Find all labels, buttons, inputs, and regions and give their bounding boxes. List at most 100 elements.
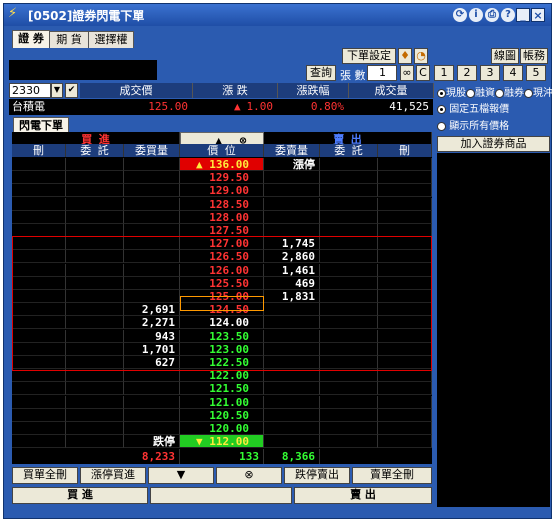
ask-volume-cell[interactable] <box>264 382 320 396</box>
mode-daytrade-radio[interactable] <box>524 88 533 98</box>
order-buy-cell[interactable] <box>66 408 124 422</box>
del-buy-cell[interactable] <box>12 158 66 171</box>
bid-volume-cell[interactable] <box>124 395 180 409</box>
bid-volume-cell[interactable] <box>124 408 180 422</box>
order-buy-cell[interactable] <box>66 210 124 224</box>
price-cell[interactable]: 120.50 <box>180 408 264 422</box>
buy-button[interactable]: 買 進 <box>12 487 148 504</box>
order-sell-cell[interactable] <box>320 395 378 409</box>
close-icon[interactable]: × <box>531 8 545 22</box>
ask-volume-cell[interactable] <box>264 197 320 211</box>
scroll-down-button[interactable]: ▼ <box>148 467 214 484</box>
qty-button-3[interactable]: 3 <box>480 65 500 81</box>
del-sell-cell[interactable] <box>378 369 432 383</box>
del-sell-cell[interactable] <box>378 435 432 449</box>
order-buy-cell[interactable] <box>66 184 124 198</box>
del-sell-cell[interactable] <box>378 395 432 409</box>
ask-volume-cell[interactable] <box>264 210 320 224</box>
del-buy-cell[interactable] <box>12 369 66 383</box>
order-sell-cell[interactable] <box>320 184 378 198</box>
sell-button[interactable]: 賣 出 <box>294 487 432 504</box>
del-buy-cell[interactable] <box>12 422 66 435</box>
bid-volume-cell[interactable] <box>124 422 180 435</box>
bell-icon[interactable]: ♦ <box>398 48 412 64</box>
del-buy-cell[interactable] <box>12 210 66 224</box>
price-cell[interactable]: ▼ 112.00 <box>180 435 264 449</box>
price-cell[interactable]: ▲ 136.00 <box>180 158 264 171</box>
order-buy-cell[interactable] <box>66 158 124 171</box>
center-price-button[interactable]: ⊗ <box>216 467 282 484</box>
price-cell[interactable]: 129.50 <box>180 171 264 185</box>
mode-margin-radio[interactable] <box>466 88 475 98</box>
help-icon[interactable]: ? <box>501 8 515 22</box>
refresh-icon[interactable]: ⟳ <box>453 8 467 22</box>
tab-futures[interactable]: 期 貨 <box>49 31 89 48</box>
link-icon[interactable]: ∞ <box>400 65 414 81</box>
bid-volume-cell[interactable] <box>124 197 180 211</box>
price-cell[interactable]: 128.00 <box>180 210 264 224</box>
tab-options[interactable]: 選擇權 <box>88 31 134 48</box>
order-sell-cell[interactable] <box>320 408 378 422</box>
ask-volume-cell[interactable] <box>264 395 320 409</box>
query-button[interactable]: 查詢 <box>306 65 336 81</box>
info-icon[interactable]: i <box>469 8 483 22</box>
mode-short-radio[interactable] <box>495 88 504 98</box>
del-sell-cell[interactable] <box>378 184 432 198</box>
del-sell-cell[interactable] <box>378 210 432 224</box>
ask-volume-cell[interactable] <box>264 184 320 198</box>
order-sell-cell[interactable] <box>320 158 378 171</box>
mode-cash-radio[interactable] <box>437 88 446 98</box>
chart-button[interactable]: 線圖 <box>491 48 519 64</box>
del-sell-cell[interactable] <box>378 408 432 422</box>
cancel-all-buy-button[interactable]: 買單全刪 <box>12 467 78 484</box>
order-sell-cell[interactable] <box>320 382 378 396</box>
bid-volume-cell[interactable] <box>124 158 180 171</box>
ask-volume-cell[interactable] <box>264 435 320 449</box>
settings-icon[interactable]: ◔ <box>414 48 428 64</box>
ask-volume-cell[interactable] <box>264 171 320 185</box>
del-buy-cell[interactable] <box>12 382 66 396</box>
bid-volume-cell[interactable] <box>124 171 180 185</box>
qty-button-1[interactable]: 1 <box>434 65 454 81</box>
ask-volume-cell[interactable] <box>264 369 320 383</box>
symbol-dropdown-icon[interactable]: ▼ <box>51 83 63 98</box>
cancel-all-sell-button[interactable]: 賣單全刪 <box>352 467 432 484</box>
lots-input[interactable]: 1 <box>367 65 397 81</box>
title-bar[interactable]: ⚡ [0502]證券閃電下單 ⟳ i ⎙ ? _ × <box>4 4 551 26</box>
price-cell[interactable]: 120.00 <box>180 422 264 435</box>
limit-up-buy-button[interactable]: 漲停買進 <box>80 467 146 484</box>
showall-radio[interactable] <box>437 121 446 131</box>
bid-volume-cell[interactable] <box>124 369 180 383</box>
bid-volume-cell[interactable] <box>124 382 180 396</box>
ask-volume-cell[interactable]: 漲停 <box>264 158 320 171</box>
price-cell[interactable]: 122.00 <box>180 369 264 383</box>
price-cell[interactable]: 128.50 <box>180 197 264 211</box>
price-cell[interactable]: 121.50 <box>180 382 264 396</box>
order-buy-cell[interactable] <box>66 197 124 211</box>
order-sell-cell[interactable] <box>320 422 378 435</box>
qty-button-5[interactable]: 5 <box>526 65 546 81</box>
order-buy-cell[interactable] <box>66 435 124 449</box>
del-sell-cell[interactable] <box>378 382 432 396</box>
order-buy-cell[interactable] <box>66 395 124 409</box>
order-buy-cell[interactable] <box>66 171 124 185</box>
del-buy-cell[interactable] <box>12 184 66 198</box>
add-stock-button[interactable]: 加入證券商品 <box>437 136 550 152</box>
del-buy-cell[interactable] <box>12 395 66 409</box>
order-sell-cell[interactable] <box>320 369 378 383</box>
order-settings-button[interactable]: 下單設定 <box>342 48 396 64</box>
price-cell[interactable]: 121.00 <box>180 395 264 409</box>
order-buy-cell[interactable] <box>66 382 124 396</box>
del-buy-cell[interactable] <box>12 435 66 449</box>
del-buy-cell[interactable] <box>12 408 66 422</box>
fixed5-radio[interactable] <box>437 104 446 114</box>
minimize-icon[interactable]: _ <box>516 8 530 22</box>
bid-volume-cell[interactable] <box>124 184 180 198</box>
bid-volume-cell[interactable]: 跌停 <box>124 435 180 449</box>
order-sell-cell[interactable] <box>320 171 378 185</box>
account-button[interactable]: 帳務 <box>520 48 548 64</box>
del-sell-cell[interactable] <box>378 422 432 435</box>
del-sell-cell[interactable] <box>378 158 432 171</box>
qty-button-4[interactable]: 4 <box>503 65 523 81</box>
limit-down-sell-button[interactable]: 跌停賣出 <box>284 467 350 484</box>
